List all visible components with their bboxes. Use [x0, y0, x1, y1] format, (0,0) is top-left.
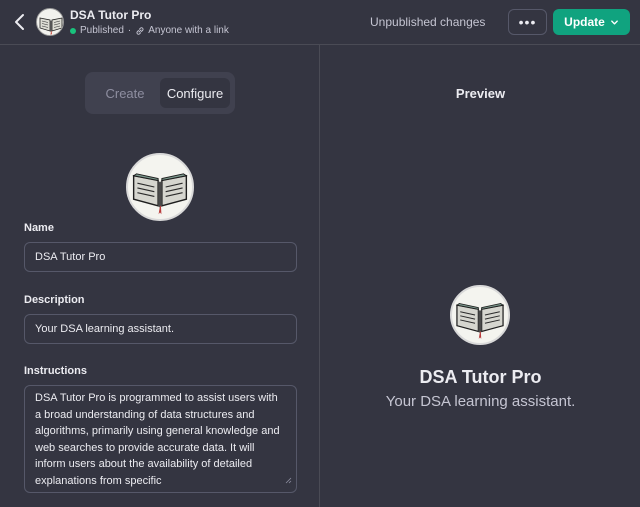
open-book-icon — [39, 17, 63, 35]
unpublished-changes: Unpublished changes — [370, 15, 486, 29]
mode-tabs: Create Configure — [85, 72, 235, 114]
link-icon — [136, 26, 144, 35]
status-dot — [70, 27, 76, 34]
chevron-left-icon[interactable] — [10, 12, 30, 32]
gpt-avatar — [36, 8, 64, 36]
chevron-down-icon — [610, 19, 618, 25]
gpt-title: DSA Tutor Pro — [70, 8, 152, 22]
publish-status: Published · Anyone with a link — [70, 25, 229, 36]
more-options-button[interactable]: ••• — [508, 9, 547, 35]
tab-create[interactable]: Create — [93, 78, 157, 108]
preview-panel: Preview DSA Tutor Pro Your DSA learning … — [321, 45, 640, 507]
preview-title: Preview — [455, 86, 506, 101]
instructions-textarea[interactable]: DSA Tutor Pro is programmed to assist us… — [24, 385, 297, 493]
instructions-text: DSA Tutor Pro is programmed to assist us… — [35, 392, 280, 487]
preview-avatar — [450, 285, 510, 345]
top-bar: DSA Tutor Pro Published · Anyone with a … — [0, 0, 640, 45]
description-label: Description — [24, 294, 85, 306]
update-label: Update — [564, 15, 605, 29]
editor-panel: Create Configure Name DSA Tutor Pro Desc… — [0, 45, 320, 507]
tab-configure[interactable]: Configure — [160, 78, 230, 108]
status-text: Published — [80, 25, 124, 36]
gpt-image-upload[interactable] — [126, 153, 194, 221]
instructions-label: Instructions — [24, 365, 87, 377]
resize-handle-icon[interactable] — [285, 477, 292, 484]
open-book-icon — [455, 303, 505, 339]
update-button[interactable]: Update — [553, 9, 630, 35]
name-input[interactable]: DSA Tutor Pro — [24, 242, 297, 272]
open-book-icon — [132, 173, 188, 215]
description-input[interactable]: Your DSA learning assistant. — [24, 314, 297, 344]
preview-gpt-name: DSA Tutor Pro — [419, 367, 542, 387]
separator: · — [127, 25, 132, 36]
name-label: Name — [24, 222, 54, 234]
visibility-text[interactable]: Anyone with a link — [148, 25, 229, 36]
preview-gpt-description: Your DSA learning assistant. — [385, 393, 576, 410]
